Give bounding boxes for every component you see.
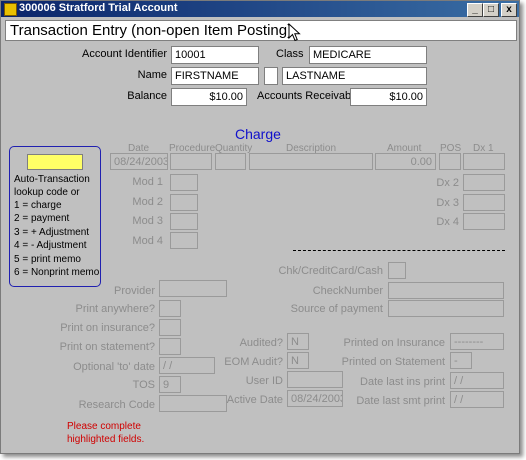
form-title: Transaction Entry (non-open Item Posting… — [10, 22, 293, 39]
print-on-insurance-label: Print on insurance? — [60, 322, 155, 334]
app-icon — [4, 3, 17, 16]
mod-label: Mod 4 — [132, 235, 163, 247]
eom-audit-field[interactable]: N — [287, 352, 309, 369]
checknumber-field[interactable] — [388, 282, 504, 299]
print-on-statement-label: Print on statement? — [59, 341, 155, 353]
pos-field[interactable] — [439, 153, 461, 170]
source-of-payment-label: Source of payment — [290, 303, 383, 315]
title-bar[interactable]: 300006 Stratford Trial Account _ □ x — [1, 1, 519, 17]
active-date-label: Active Date — [226, 394, 283, 406]
print-on-insurance-field[interactable] — [159, 319, 181, 336]
chk-credit-cash-label: Chk/CreditCard/Cash — [278, 265, 383, 277]
legend-line: 1 = charge — [14, 200, 62, 211]
legend-line: 3 = + Adjustment — [14, 227, 90, 238]
tos-label: TOS — [132, 379, 155, 391]
research-code-label: Research Code — [78, 399, 155, 411]
legend-line: Auto-Transaction — [14, 174, 90, 185]
close-button[interactable]: x — [501, 3, 517, 17]
charge-date-field[interactable]: 08/24/2003 — [110, 153, 168, 170]
account-identifier-label: Account Identifier — [82, 48, 167, 60]
balance-label: Balance — [127, 90, 167, 102]
date-last-smt-print-field: / / — [450, 391, 504, 408]
user-id-label: User ID — [245, 375, 283, 387]
dx3-field[interactable] — [463, 194, 505, 211]
form-header: Transaction Entry (non-open Item Posting… — [5, 20, 517, 41]
amount-field[interactable]: 0.00 — [375, 153, 436, 170]
mod3-field[interactable] — [170, 213, 198, 230]
printed-on-statement-label: Printed on Statement — [341, 356, 445, 368]
transaction-entry-window: 300006 Stratford Trial Account _ □ x Tra… — [0, 0, 520, 454]
user-id-field[interactable] — [287, 371, 343, 388]
quantity-field[interactable] — [215, 153, 246, 170]
procedure-field[interactable] — [170, 153, 212, 170]
print-anywhere-label: Print anywhere? — [75, 303, 156, 315]
class-field[interactable]: MEDICARE — [309, 46, 427, 64]
research-code-field[interactable] — [159, 395, 227, 412]
charge-title: Charge — [235, 126, 281, 142]
chk-credit-cash-field[interactable] — [388, 262, 406, 279]
source-of-payment-field[interactable] — [388, 300, 504, 317]
account-identifier-field[interactable]: 10001 — [171, 46, 259, 64]
mod-label: Mod 2 — [132, 196, 163, 208]
description-field[interactable] — [249, 153, 373, 170]
mouse-cursor-icon — [288, 23, 301, 42]
printed-on-insurance-field: -------- — [450, 333, 504, 350]
mod-label: Mod 3 — [132, 215, 163, 227]
legend-line: 5 = print memo — [14, 254, 81, 265]
validation-warning-line2: highlighted fields. — [67, 434, 145, 445]
optional-to-date-label: Optional 'to' date — [73, 361, 155, 373]
date-last-ins-print-field: / / — [450, 372, 504, 389]
last-name-field[interactable]: LASTNAME — [282, 67, 427, 85]
legend-line: 4 = - Adjustment — [14, 240, 87, 251]
minimize-button[interactable]: _ — [467, 3, 483, 17]
active-date-field[interactable]: 08/24/2003 — [287, 390, 343, 407]
dx-label: Dx 2 — [436, 177, 459, 189]
printed-on-statement-field: - — [450, 352, 472, 369]
auto-transaction-code-field[interactable] — [27, 154, 83, 170]
dx-label: Dx 4 — [436, 216, 459, 228]
date-last-smt-print-label: Date last smt print — [356, 395, 445, 407]
accounts-receivable-label: Accounts Receivable — [257, 90, 360, 102]
date-last-ins-print-label: Date last ins print — [360, 376, 445, 388]
mod4-field[interactable] — [170, 232, 198, 249]
maximize-button[interactable]: □ — [483, 3, 499, 17]
dx2-field[interactable] — [463, 174, 505, 191]
section-divider — [293, 250, 505, 251]
provider-label: Provider — [114, 285, 155, 297]
first-name-field[interactable]: FIRSTNAME — [171, 67, 259, 85]
auto-transaction-legend: Auto-Transaction lookup code or 1 = char… — [9, 146, 101, 287]
mod1-field[interactable] — [170, 174, 198, 191]
name-label: Name — [137, 69, 167, 81]
balance-field: $10.00 — [171, 88, 247, 106]
accounts-receivable-field: $10.00 — [350, 88, 427, 106]
dx-label: Dx 3 — [436, 197, 459, 209]
validation-warning-line1: Please complete — [67, 421, 141, 432]
print-on-statement-field[interactable] — [159, 338, 181, 355]
window-title: 300006 Stratford Trial Account — [19, 2, 178, 14]
print-anywhere-field[interactable] — [159, 300, 181, 317]
middle-initial-field[interactable] — [264, 67, 278, 85]
class-label: Class — [276, 48, 304, 60]
provider-field[interactable] — [159, 280, 227, 297]
audited-field[interactable]: N — [287, 333, 309, 350]
checknumber-label: CheckNumber — [312, 285, 383, 297]
mod2-field[interactable] — [170, 194, 198, 211]
optional-to-date-field[interactable]: / / — [159, 357, 215, 374]
legend-line: 2 = payment — [14, 213, 70, 224]
eom-audit-label: EOM Audit? — [224, 356, 283, 368]
mod-label: Mod 1 — [132, 176, 163, 188]
printed-on-insurance-label: Printed on Insurance — [343, 337, 445, 349]
legend-line: 6 = Nonprint memo — [14, 267, 100, 278]
dx1-field[interactable] — [463, 153, 505, 170]
tos-field[interactable]: 9 — [159, 376, 181, 393]
audited-label: Audited? — [239, 337, 283, 349]
dx4-field[interactable] — [463, 213, 505, 230]
legend-line: lookup code or — [14, 187, 80, 198]
